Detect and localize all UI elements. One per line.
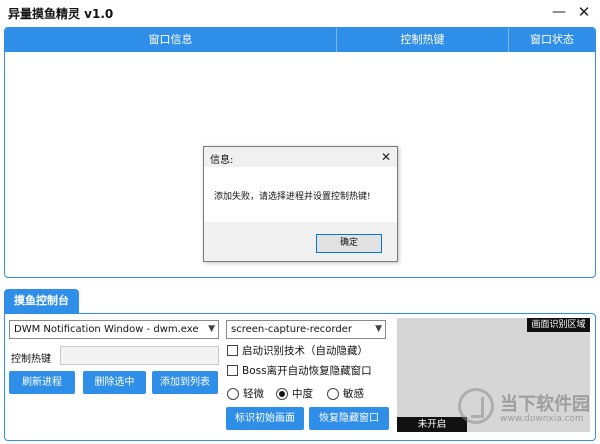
app-select-value: screen-capture-recorder (231, 324, 352, 335)
sensitivity-radio-label: 轻微 (243, 388, 264, 400)
sensitivity-radio-label: 中度 (292, 388, 313, 400)
radio-dot-icon (227, 388, 239, 400)
sensitivity-radio-medium[interactable]: 中度 (276, 386, 326, 402)
process-select-value: DWM Notification Window - dwm.exe (14, 324, 199, 335)
message-dialog: 信息: ✕ 添加失败，请选择进程并设置控制热键! 确定 (203, 146, 398, 262)
preview-status-badge: 未开启 (397, 417, 467, 432)
close-button[interactable]: ✕ (573, 2, 595, 22)
column-header-window-status[interactable]: 窗口状态 (509, 28, 595, 52)
dialog-body: 添加失败，请选择进程并设置控制热键! (204, 167, 397, 222)
boss-restore-checkbox-label: Boss离开自动恢复隐藏窗口 (242, 365, 372, 377)
dialog-close-button[interactable]: ✕ (378, 149, 394, 165)
dialog-ok-button[interactable]: 确定 (316, 234, 382, 253)
boss-restore-checkbox[interactable]: Boss离开自动恢复隐藏窗口 (227, 363, 392, 379)
tab-console[interactable]: 摸鱼控制台 (4, 289, 79, 313)
radio-dot-icon (327, 388, 339, 400)
delete-selected-button[interactable]: 删除选中 (83, 371, 146, 394)
mark-initial-screen-button[interactable]: 标识初始画面 (226, 407, 304, 430)
column-header-window-info[interactable]: 窗口信息 (5, 28, 337, 52)
sensitivity-radio-light[interactable]: 轻微 (227, 386, 272, 402)
checkbox-box (227, 365, 238, 376)
checkbox-box (227, 345, 238, 356)
sensitivity-radio-sensitive[interactable]: 敏感 (327, 386, 377, 402)
preview-region-tag: 画面识别区域 (527, 318, 590, 332)
chevron-down-icon: ▼ (208, 324, 215, 334)
restore-hidden-windows-button[interactable]: 恢复隐藏窗口 (309, 407, 389, 430)
app-select[interactable]: screen-capture-recorder ▼ (226, 320, 386, 339)
column-header-hotkey[interactable]: 控制热键 (337, 28, 509, 52)
sensitivity-radio-label: 敏感 (343, 388, 364, 400)
table-header: 窗口信息 控制热键 窗口状态 (5, 28, 595, 52)
app-title: 异量摸鱼精灵 v1.0 (8, 7, 114, 21)
dialog-message: 添加失败，请选择进程并设置控制热键! (214, 192, 371, 202)
watermark-text: 当下软件园 (500, 394, 590, 415)
recognition-checkbox-label: 启动识别技术（自动隐藏） (242, 345, 368, 357)
minimize-button[interactable]: — (548, 2, 570, 22)
watermark-url: www.downxia.com (500, 414, 584, 424)
radio-dot-icon (276, 388, 288, 400)
refresh-process-button[interactable]: 刷新进程 (9, 371, 75, 394)
watermark-logo-icon (458, 388, 494, 424)
hotkey-input[interactable] (60, 346, 219, 365)
watermark: 当下软件园 www.downxia.com (458, 382, 598, 442)
dialog-title: 信息: (210, 155, 234, 166)
recognition-checkbox[interactable]: 启动识别技术（自动隐藏） (227, 343, 387, 359)
process-select[interactable]: DWM Notification Window - dwm.exe ▼ (9, 320, 219, 339)
add-to-list-button[interactable]: 添加到列表 (152, 371, 218, 394)
title-bar: 异量摸鱼精灵 v1.0 — ✕ (0, 0, 600, 26)
hotkey-label: 控制热键 (11, 354, 51, 365)
chevron-down-icon: ▼ (375, 324, 382, 334)
